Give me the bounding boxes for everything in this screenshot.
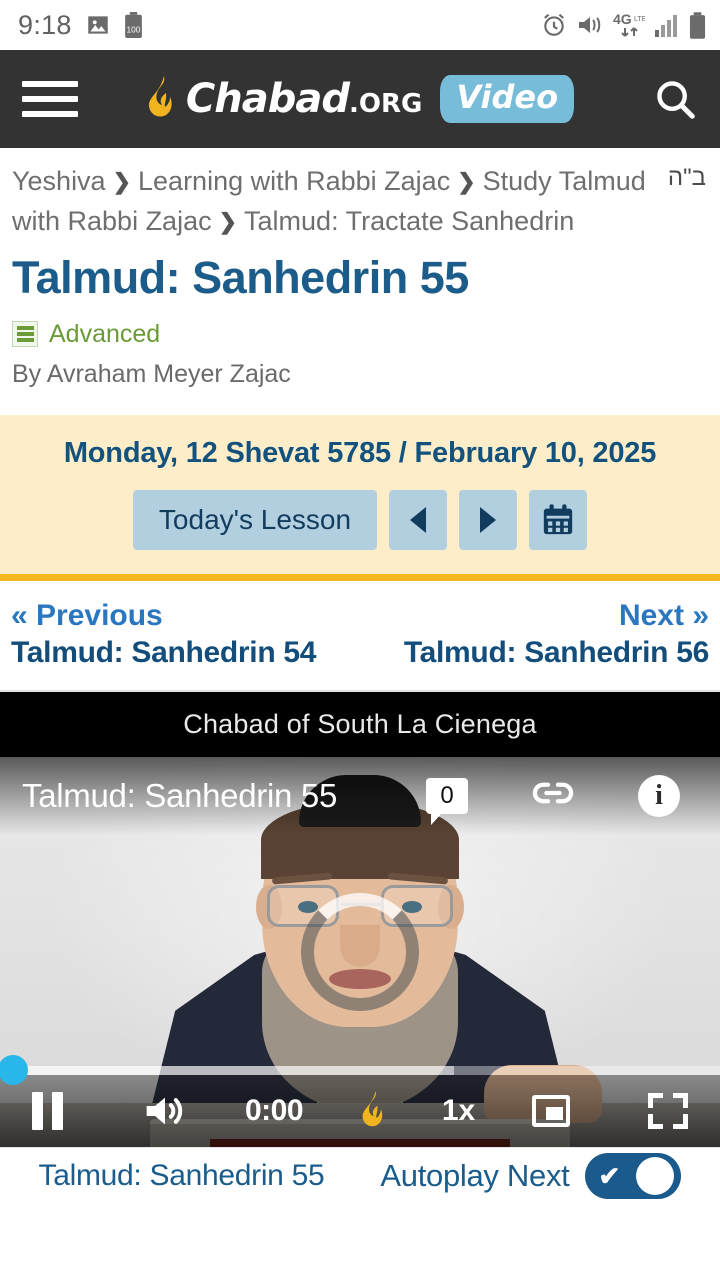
status-bar-right: 4G LTE [541, 11, 706, 39]
brand-logo[interactable]: Chabad .ORG Video [0, 50, 720, 148]
level-badge: Advanced [12, 320, 708, 349]
next-day-button[interactable] [459, 489, 518, 550]
info-circle-icon[interactable]: i [638, 774, 680, 817]
player-overlay-actions: 0 i [426, 773, 698, 825]
search-icon[interactable] [652, 76, 698, 122]
player-video-title: Talmud: Sanhedrin 55 [22, 776, 338, 814]
previous-label: « Previous [11, 598, 163, 632]
footer-video-title[interactable]: Talmud: Sanhedrin 55 [39, 1159, 325, 1193]
chevron-right-icon: ❯ [218, 208, 238, 234]
player-top-overlay: Talmud: Sanhedrin 55 0 i [0, 756, 720, 835]
battery-100-icon: 100 [124, 12, 143, 38]
level-label: Advanced [49, 319, 161, 348]
previous-lesson-link[interactable]: « Previous Talmud: Sanhedrin 54 [11, 597, 316, 672]
breadcrumb-trail: Yeshiva ❯ Learning with Rabbi Zajac ❯ Study … [12, 162, 652, 242]
toggle-knob [636, 1157, 675, 1196]
lesson-pagination: « Previous Talmud: Sanhedrin 54 Next » T… [0, 581, 720, 692]
svg-text:LTE: LTE [634, 16, 645, 23]
previous-day-button[interactable] [389, 489, 448, 550]
date-button-group: Today's Lesson [12, 489, 708, 550]
player-control-bar: 0:00 1x [0, 1074, 720, 1147]
next-lesson-link[interactable]: Next » Talmud: Sanhedrin 56 [404, 597, 709, 672]
signal-bars-icon [654, 12, 680, 38]
chevron-right-icon: ❯ [112, 169, 132, 194]
pause-icon[interactable] [32, 1091, 63, 1130]
article-header: Talmud: Sanhedrin 55 Advanced By Avraham… [0, 242, 720, 415]
page-title: Talmud: Sanhedrin 55 [12, 251, 469, 303]
brand-suffix: .ORG [348, 89, 423, 119]
video-player[interactable]: Chabad of South La Cienega Talmud: Sanhe… [0, 691, 720, 1147]
playback-speed-button[interactable]: 1x [442, 1094, 475, 1128]
chabad-flame-icon [148, 76, 172, 117]
photo-icon [85, 12, 111, 38]
chabad-flame-icon[interactable] [360, 1090, 386, 1132]
autoplay-footer: Talmud: Sanhedrin 55 Autoplay Next ✔ [0, 1146, 720, 1205]
video-stage[interactable]: Talmud: Sanhedrin 55 0 i 0:00 1x [0, 756, 720, 1147]
picture-in-picture-icon[interactable] [532, 1094, 571, 1127]
channel-name-bar: Chabad of South La Cienega [0, 691, 720, 757]
triangle-left-icon [410, 506, 427, 533]
alarm-icon [541, 12, 567, 38]
autoplay-toggle[interactable]: ✔ [585, 1153, 682, 1200]
autoplay-control[interactable]: Autoplay Next ✔ [380, 1153, 682, 1200]
hebrew-gregorian-date: Monday, 12 Shevat 5785 / February 10, 20… [63, 436, 657, 469]
todays-lesson-button[interactable]: Today's Lesson [132, 489, 378, 550]
svg-text:100: 100 [126, 24, 140, 34]
chevron-right-icon: ❯ [457, 169, 476, 194]
byline: By Avraham Meyer Zajac [12, 359, 291, 388]
svg-text:4G: 4G [613, 11, 632, 27]
comment-bubble-icon[interactable]: 0 [426, 777, 468, 825]
next-label: Next » [618, 598, 709, 632]
loading-spinner-icon [301, 892, 419, 1011]
previous-title: Talmud: Sanhedrin 54 [11, 636, 317, 670]
player-controls-overlay: 0:00 1x [0, 1055, 720, 1147]
breadcrumb-item-tractate[interactable]: Talmud: Tractate Sanhedrin [244, 206, 574, 236]
status-bar-clock: 9:18 [18, 9, 72, 40]
vibrate-icon [576, 12, 604, 38]
4g-lte-icon: 4G LTE [613, 11, 645, 39]
progress-scrubber[interactable] [0, 1055, 720, 1086]
hamburger-menu-icon[interactable] [22, 81, 78, 117]
check-icon: ✔ [598, 1160, 621, 1191]
link-chain-icon[interactable] [530, 773, 576, 818]
site-header: Chabad .ORG Video [0, 50, 720, 148]
next-title: Talmud: Sanhedrin 56 [403, 636, 709, 670]
breadcrumb-item-learning[interactable]: Learning with Rabbi Zajac [138, 166, 450, 196]
breadcrumb-item-yeshiva[interactable]: Yeshiva [12, 166, 106, 196]
status-bar: 9:18 100 4G LTE [0, 0, 720, 50]
triangle-right-icon [480, 506, 497, 533]
date-navigation-bar: Monday, 12 Shevat 5785 / February 10, 20… [0, 414, 720, 581]
bah-text: ב"ה [667, 164, 706, 191]
status-bar-left: 9:18 100 [18, 10, 143, 41]
current-time: 0:00 [245, 1093, 304, 1127]
autoplay-label: Autoplay Next [380, 1158, 570, 1194]
level-bars-icon [12, 321, 38, 348]
calendar-icon [543, 504, 573, 534]
breadcrumb: ב"ה Yeshiva ❯ Learning with Rabbi Zajac ❯ St… [0, 148, 720, 242]
fullscreen-icon[interactable] [648, 1092, 689, 1129]
volume-on-icon[interactable] [141, 1091, 189, 1131]
brand-name: Chabad .ORG [185, 76, 423, 122]
battery-icon [689, 11, 706, 39]
section-tag-video[interactable]: Video [440, 75, 575, 123]
calendar-button[interactable] [529, 489, 588, 550]
